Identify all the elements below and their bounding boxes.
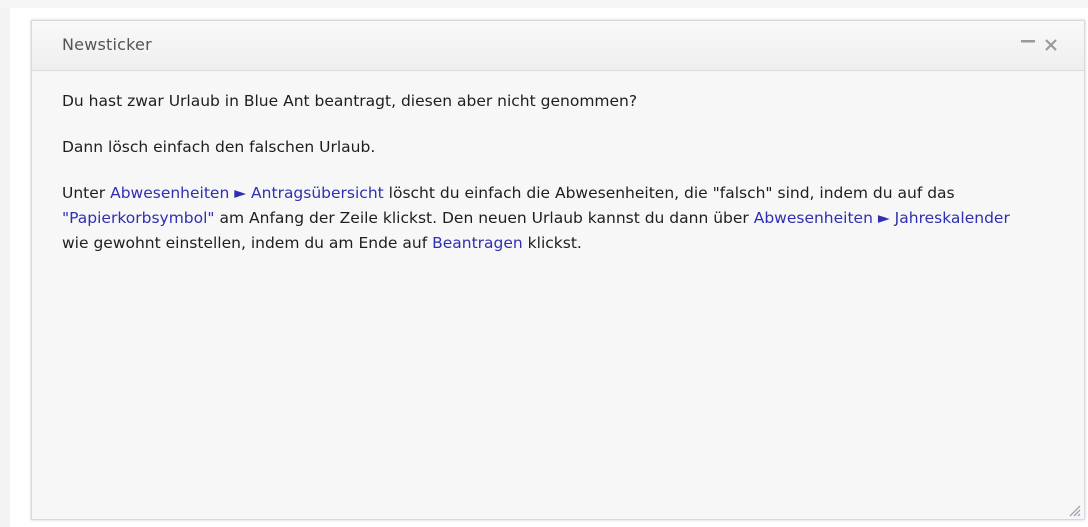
- link-abwesenheiten-jahreskalender[interactable]: Abwesenheiten ► Jahreskalender: [754, 209, 1010, 227]
- minimize-icon: [1021, 40, 1035, 43]
- resize-grip-icon: [1069, 505, 1081, 517]
- link-beantragen[interactable]: Beantragen: [432, 234, 523, 252]
- body-paragraph-2: Dann lösch einfach den falschen Urlaub.: [62, 138, 376, 156]
- para3-text-5: klickst.: [522, 234, 582, 252]
- minimize-button[interactable]: [1018, 33, 1038, 55]
- widget-title: Newsticker: [62, 35, 152, 54]
- para3-text-1: Unter: [62, 184, 111, 202]
- resize-handle[interactable]: [1067, 502, 1081, 517]
- newsticker-widget: Newsticker Du hast zwar Urlaub in Blue A…: [31, 20, 1085, 520]
- para3-text-2: löscht du einfach die Abwesenheiten, die…: [383, 184, 955, 202]
- body-paragraph-1: Du hast zwar Urlaub in Blue Ant beantrag…: [62, 92, 638, 110]
- link-abwesenheiten-antragsuebersicht[interactable]: Abwesenheiten ► Antragsübersicht: [110, 184, 384, 202]
- link-papierkorbsymbol[interactable]: "Papierkorbsymbol": [62, 209, 215, 227]
- para3-text-3: am Anfang der Zeile klickst. Den neuen U…: [214, 209, 754, 227]
- close-icon: [1045, 39, 1057, 51]
- background-top-strip: [0, 0, 1088, 8]
- para3-text-4: wie gewohnt einstellen, indem du am Ende…: [62, 234, 433, 252]
- widget-header: Newsticker: [32, 21, 1084, 71]
- body-paragraph-3: Unter Abwesenheiten ► Antragsübersicht l…: [62, 181, 1022, 256]
- background-left-strip: [0, 8, 10, 527]
- widget-body: Du hast zwar Urlaub in Blue Ant beantrag…: [62, 89, 1022, 277]
- close-button[interactable]: [1042, 33, 1060, 55]
